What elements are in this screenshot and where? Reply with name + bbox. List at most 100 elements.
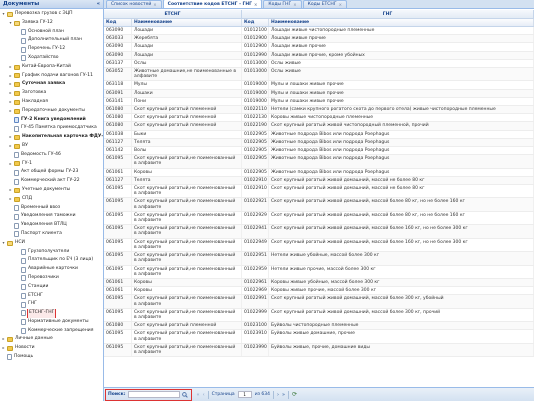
table-row[interactable]: 063052 Животные домашние,не поименованные… [104, 68, 534, 82]
first-page-icon[interactable]: « [197, 392, 200, 398]
tree-item[interactable]: Паспорт клиента [0, 230, 103, 239]
expand-toggle-icon[interactable]: ▾ [8, 19, 13, 28]
prev-page-icon[interactable]: ‹ [203, 392, 205, 398]
tree-item[interactable]: Коммерческий акт ГУ-22 [0, 177, 103, 186]
tree-item[interactable]: ▸ СПД [0, 195, 103, 204]
expand-toggle-icon[interactable]: ▾ [1, 10, 6, 19]
tree-item[interactable]: Перевозчики [0, 274, 103, 283]
expand-toggle-icon[interactable]: ▸ [8, 80, 13, 89]
table-row[interactable]: 063033 Жеребята 01012900 Лошади живые прочи… [104, 35, 534, 44]
table-row[interactable]: 061080 Скот крупный рогатый племенной 0102… [104, 106, 534, 115]
table-row[interactable]: 061095 Скот крупный рогатый,не поименован… [104, 252, 534, 266]
tab[interactable]: Соответствие кодов ЕТСНГ - ГНГ × [162, 0, 263, 8]
table-row[interactable]: 061080 Скот крупный рогатый племенной 0102… [104, 322, 534, 331]
tree-item[interactable]: Станции [0, 283, 103, 292]
tab[interactable]: Список новостей × [106, 0, 162, 8]
table-row[interactable]: 063091 Лошаки 01019000 Мулы и лошаки живые … [104, 89, 534, 98]
tree-item[interactable]: ГУ-45 Памятка приемосдатчика [0, 124, 103, 133]
tree-item[interactable]: Аварийные карточки [0, 265, 103, 274]
table-row[interactable]: 061080 Скот крупный рогатый племенной 0102… [104, 114, 534, 123]
table-row[interactable]: 063090 Лошади 01012100 Лошади живые чистопо… [104, 27, 534, 36]
tree-item[interactable]: Ходатайство [0, 54, 103, 63]
tab[interactable]: Коды ГНГ × [263, 0, 302, 8]
close-tab-icon[interactable]: × [254, 2, 257, 7]
tree-item[interactable]: ▾ НСИ [0, 239, 103, 248]
tree-item[interactable]: ▾ Перевозка грузов с ЭЦП [0, 10, 103, 19]
tree-item[interactable]: ▸ ВУ [0, 142, 103, 151]
table-row[interactable]: 063090 Лошади 01012900 Лошади живые прочие [104, 43, 534, 52]
refresh-icon[interactable]: ⟳ [292, 391, 297, 398]
next-page-icon[interactable]: › [277, 392, 279, 398]
tree-item[interactable]: Грузополучатели [0, 248, 103, 257]
tree-item[interactable]: ▸ Передаточные документы [0, 107, 103, 116]
table-row[interactable]: 061095 Скот крупный рогатый,не поименован… [104, 198, 534, 212]
tree-item[interactable]: ▸ Суточная заявка [0, 80, 103, 89]
tree-item[interactable]: ▾ Заявка ГУ-12 [0, 19, 103, 28]
tree-item[interactable]: ▸ Накладная [0, 98, 103, 107]
table-row[interactable]: 063090 Лошади 01012990 Лошади живые прочие,… [104, 51, 534, 60]
search-input[interactable] [127, 391, 180, 398]
table-row[interactable]: 061095 Скот крупный рогатый,не поименован… [104, 225, 534, 239]
table-row[interactable]: 063137 Ослы 01013000 Ослы живые [104, 59, 534, 69]
expand-toggle-icon[interactable]: ▸ [8, 195, 13, 204]
table-row[interactable]: 063141 Пони 01019000 Мулы и лошаки живые пр… [104, 97, 534, 107]
close-tab-icon[interactable]: × [339, 2, 342, 7]
expand-toggle-icon[interactable]: ▸ [8, 89, 13, 98]
tree-item[interactable]: Помощь [0, 353, 103, 362]
tree-item[interactable]: Нормативные документы [0, 318, 103, 327]
expand-toggle-icon[interactable]: ▾ [1, 239, 6, 248]
table-row[interactable]: 061095 Скот крупный рогатый,не поименован… [104, 343, 534, 358]
column-gng-name[interactable]: Наименование [269, 19, 534, 26]
tree-item[interactable]: ▸ Личные данные [0, 335, 103, 344]
table-row[interactable]: 061061 Коровы 01022961 Коровы живые убойные… [104, 278, 534, 288]
tree-item[interactable]: ▸ Новости [0, 344, 103, 353]
table-row[interactable]: 061095 Скот крупный рогатый,не поименован… [104, 155, 534, 169]
table-row[interactable]: 061038 Быки 01022905 Животные подрода Bibos… [104, 130, 534, 139]
column-gng-code[interactable]: Код [242, 19, 269, 26]
tree-item[interactable]: Временный ввоз [0, 204, 103, 213]
tree-item[interactable]: Ведомость ГУ-46 [0, 151, 103, 160]
expand-toggle-icon[interactable]: ▸ [8, 107, 13, 116]
table-row[interactable]: 061127 Телята 01022910 Скот крупный рогатый… [104, 176, 534, 186]
table-row[interactable]: 061095 Скот крупный рогатый,не поименован… [104, 211, 534, 226]
tree-item[interactable]: Основной план [0, 28, 103, 37]
tree-item[interactable]: Акт общей формы ГУ-23 [0, 168, 103, 177]
tree-item[interactable]: ▸ График подачи вагонов ГУ-11 [0, 72, 103, 81]
tree-item[interactable]: ▸ Накопительная карточка ФДУ- [0, 133, 103, 142]
table-row[interactable]: 061061 Коровы 01022905 Животные подрода Bib… [104, 168, 534, 177]
tree-item[interactable]: ▸ Китай-Европа-Китай [0, 63, 103, 72]
column-etsng-name[interactable]: Наименование [132, 19, 242, 26]
table-row[interactable]: 061127 Телята 01022905 Животные подрода Bib… [104, 138, 534, 148]
close-tab-icon[interactable]: × [153, 2, 156, 7]
tree-item[interactable]: Плательщик по ЕЧ (3 лица) [0, 256, 103, 265]
expand-toggle-icon[interactable]: ▸ [1, 344, 6, 353]
expand-toggle-icon[interactable]: ▸ [8, 72, 13, 81]
expand-toggle-icon[interactable]: ▸ [8, 186, 13, 195]
table-row[interactable]: 061095 Скот крупный рогатый,не поименован… [104, 308, 534, 323]
collapse-panel-icon[interactable]: « [97, 1, 100, 7]
table-row[interactable]: 061095 Скот крупный рогатый,не поименован… [104, 330, 534, 344]
tree-item[interactable]: Коммерческие запрещения [0, 327, 103, 336]
close-tab-icon[interactable]: × [293, 2, 296, 7]
table-row[interactable]: 061095 Скот крупный рогатый,не поименован… [104, 238, 534, 253]
tree-item[interactable]: Дополнительный план [0, 36, 103, 45]
tree-item[interactable]: Перечень ГУ-12 [0, 45, 103, 54]
tree-item[interactable]: ЕТСНГ-ГНГ [0, 309, 103, 318]
search-icon[interactable] [182, 391, 189, 398]
column-etsng-code[interactable]: Код [104, 19, 132, 26]
tree-item[interactable]: Уведомления таможни [0, 212, 103, 221]
table-row[interactable]: 061142 Волы 01022905 Животные подрода Bibos… [104, 147, 534, 156]
expand-toggle-icon[interactable]: ▸ [8, 63, 13, 72]
table-row[interactable]: 061095 Скот крупный рогатый,не поименован… [104, 295, 534, 309]
page-number-input[interactable] [237, 391, 252, 398]
tree-item[interactable]: Уведомления ВТЛЦ [0, 221, 103, 230]
table-row[interactable]: 061095 Скот крупный рогатый,не поименован… [104, 265, 534, 279]
expand-toggle-icon[interactable]: ▸ [8, 133, 13, 142]
last-page-icon[interactable]: » [282, 392, 285, 398]
expand-toggle-icon[interactable]: ▸ [8, 160, 13, 169]
expand-toggle-icon[interactable]: ▸ [1, 335, 6, 344]
table-row[interactable]: 063118 Мулы 01019000 Мулы и лошаки живые пр… [104, 81, 534, 90]
tree-item[interactable]: ▸ Заготовка [0, 89, 103, 98]
tree-item[interactable]: ▸ Учетные документы [0, 186, 103, 195]
tree-item[interactable]: ▸ ГУ-1 [0, 160, 103, 169]
